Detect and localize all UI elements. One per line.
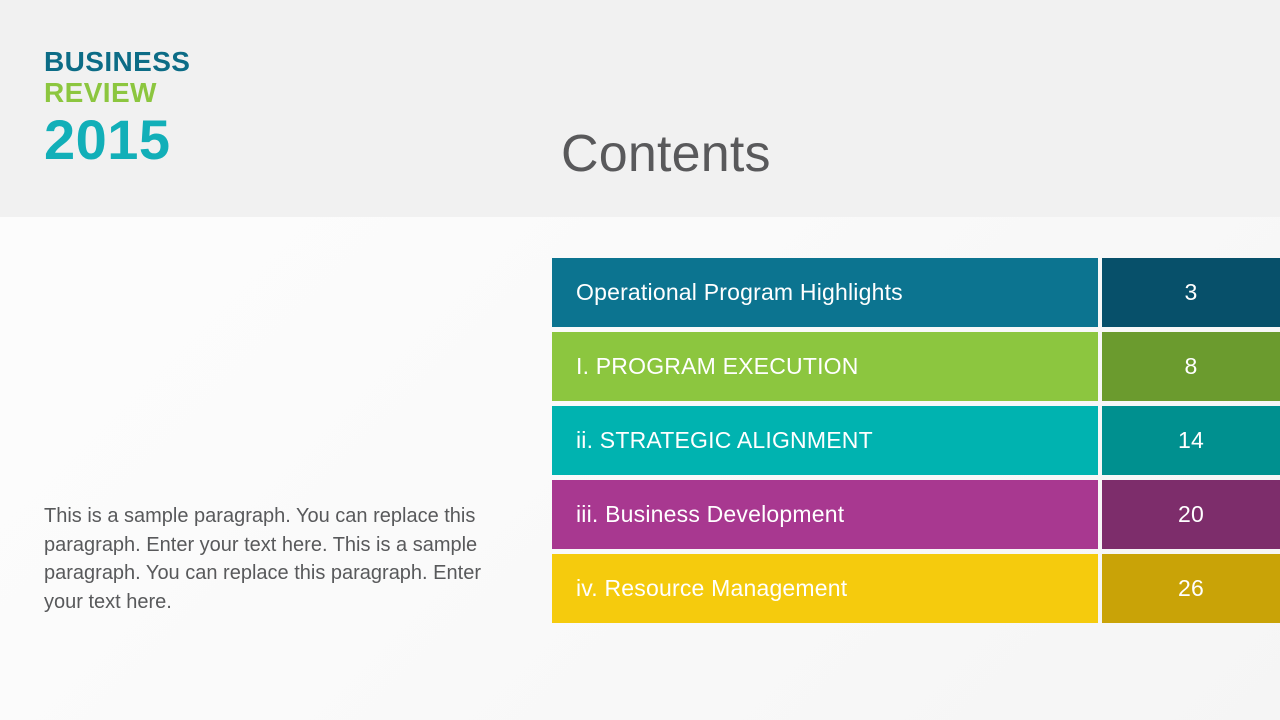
contents-item-label[interactable]: I. PROGRAM EXECUTION bbox=[552, 332, 1098, 401]
table-row[interactable]: Operational Program Highlights 3 bbox=[552, 258, 1280, 327]
header-band bbox=[0, 0, 1280, 217]
page-title: Contents bbox=[561, 125, 771, 183]
brand-year: 2015 bbox=[44, 107, 171, 171]
contents-item-label[interactable]: iii. Business Development bbox=[552, 480, 1098, 549]
table-row[interactable]: iii. Business Development 20 bbox=[552, 480, 1280, 549]
table-row[interactable]: ii. STRATEGIC ALIGNMENT 14 bbox=[552, 406, 1280, 475]
contents-item-page[interactable]: 3 bbox=[1102, 258, 1280, 327]
brand-line-review: REVIEW bbox=[44, 77, 157, 109]
brand-logo: BUSINESS REVIEW 2015 bbox=[44, 46, 190, 170]
body-paragraph: This is a sample paragraph. You can repl… bbox=[44, 505, 481, 613]
presentation-slide: BUSINESS REVIEW 2015 Contents This is a … bbox=[0, 0, 1280, 720]
contents-item-page[interactable]: 20 bbox=[1102, 480, 1280, 549]
contents-item-label[interactable]: Operational Program Highlights bbox=[552, 258, 1098, 327]
contents-table: Operational Program Highlights 3 I. PROG… bbox=[552, 258, 1280, 623]
contents-item-page[interactable]: 26 bbox=[1102, 554, 1280, 623]
contents-item-page[interactable]: 8 bbox=[1102, 332, 1280, 401]
contents-item-page[interactable]: 14 bbox=[1102, 406, 1280, 475]
contents-item-label[interactable]: ii. STRATEGIC ALIGNMENT bbox=[552, 406, 1098, 475]
brand-line-business: BUSINESS bbox=[44, 46, 191, 77]
table-row[interactable]: I. PROGRAM EXECUTION 8 bbox=[552, 332, 1280, 401]
table-row[interactable]: iv. Resource Management 26 bbox=[552, 554, 1280, 623]
contents-item-label[interactable]: iv. Resource Management bbox=[552, 554, 1098, 623]
